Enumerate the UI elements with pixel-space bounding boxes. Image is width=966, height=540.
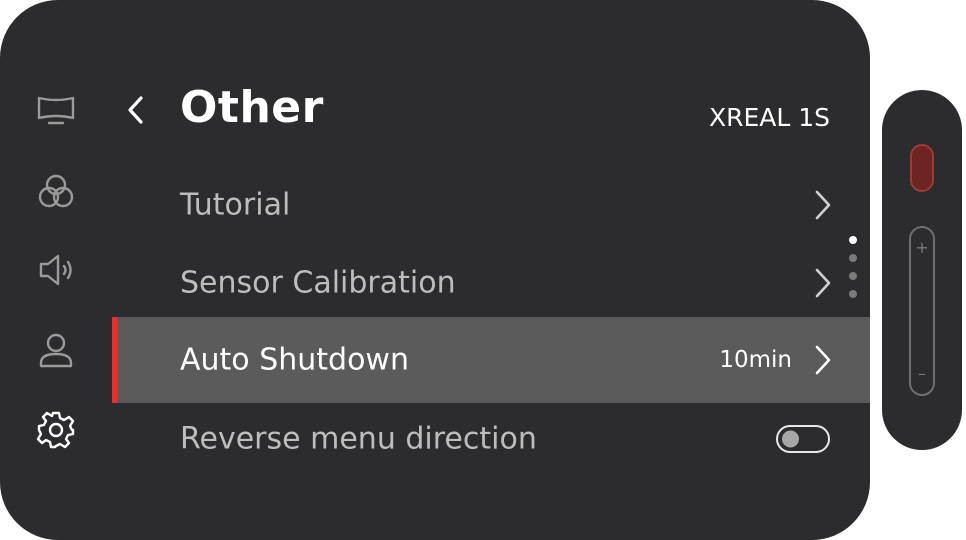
page-title: Other xyxy=(180,82,324,133)
menu-item-auto-shutdown[interactable]: Auto Shutdown 10min xyxy=(112,317,870,403)
user-icon xyxy=(39,333,73,368)
menu-item-label: Auto Shutdown xyxy=(180,342,409,378)
color-circles-icon xyxy=(38,174,74,208)
page-dot xyxy=(849,290,857,298)
toggle-knob xyxy=(782,430,799,448)
menu-item-label: Reverse menu direction xyxy=(180,421,537,457)
page-indicator xyxy=(849,236,859,308)
volume-rocker[interactable]: + – xyxy=(909,226,935,396)
power-button[interactable] xyxy=(910,144,934,192)
reverse-direction-toggle[interactable] xyxy=(776,425,830,453)
sidebar-item-settings[interactable] xyxy=(32,406,80,454)
menu-item-label: Tutorial xyxy=(180,187,291,223)
remote-control-panel: + – xyxy=(882,90,962,450)
page-dot-active xyxy=(849,236,857,244)
gear-icon xyxy=(36,411,75,449)
screen: Other XREAL 1S Tutorial Sensor Calibrati… xyxy=(0,0,966,540)
speaker-icon xyxy=(39,254,72,286)
display-icon xyxy=(37,96,75,125)
menu-item-reverse-menu-direction: Reverse menu direction xyxy=(112,400,870,478)
volume-down-button[interactable]: – xyxy=(911,366,933,382)
settings-panel: Other XREAL 1S Tutorial Sensor Calibrati… xyxy=(0,0,870,540)
chevron-right-icon xyxy=(815,345,831,375)
sidebar-item-sound[interactable] xyxy=(32,246,80,294)
sidebar-item-account[interactable] xyxy=(32,326,80,374)
chevron-right-icon xyxy=(815,268,831,298)
page-dot xyxy=(849,272,857,280)
chevron-right-icon xyxy=(815,190,831,220)
menu-item-label: Sensor Calibration xyxy=(180,265,456,301)
sidebar-item-color[interactable] xyxy=(32,168,80,216)
volume-up-button[interactable]: + xyxy=(911,240,933,256)
chevron-left-icon xyxy=(128,96,143,124)
auto-shutdown-value: 10min xyxy=(719,347,792,373)
menu-item-sensor-calibration[interactable]: Sensor Calibration xyxy=(112,244,870,322)
page-dot xyxy=(849,254,857,262)
back-button[interactable] xyxy=(116,88,156,132)
sidebar-item-display[interactable] xyxy=(32,86,80,134)
device-name: XREAL 1S xyxy=(708,103,830,132)
menu-item-tutorial[interactable]: Tutorial xyxy=(112,166,870,244)
